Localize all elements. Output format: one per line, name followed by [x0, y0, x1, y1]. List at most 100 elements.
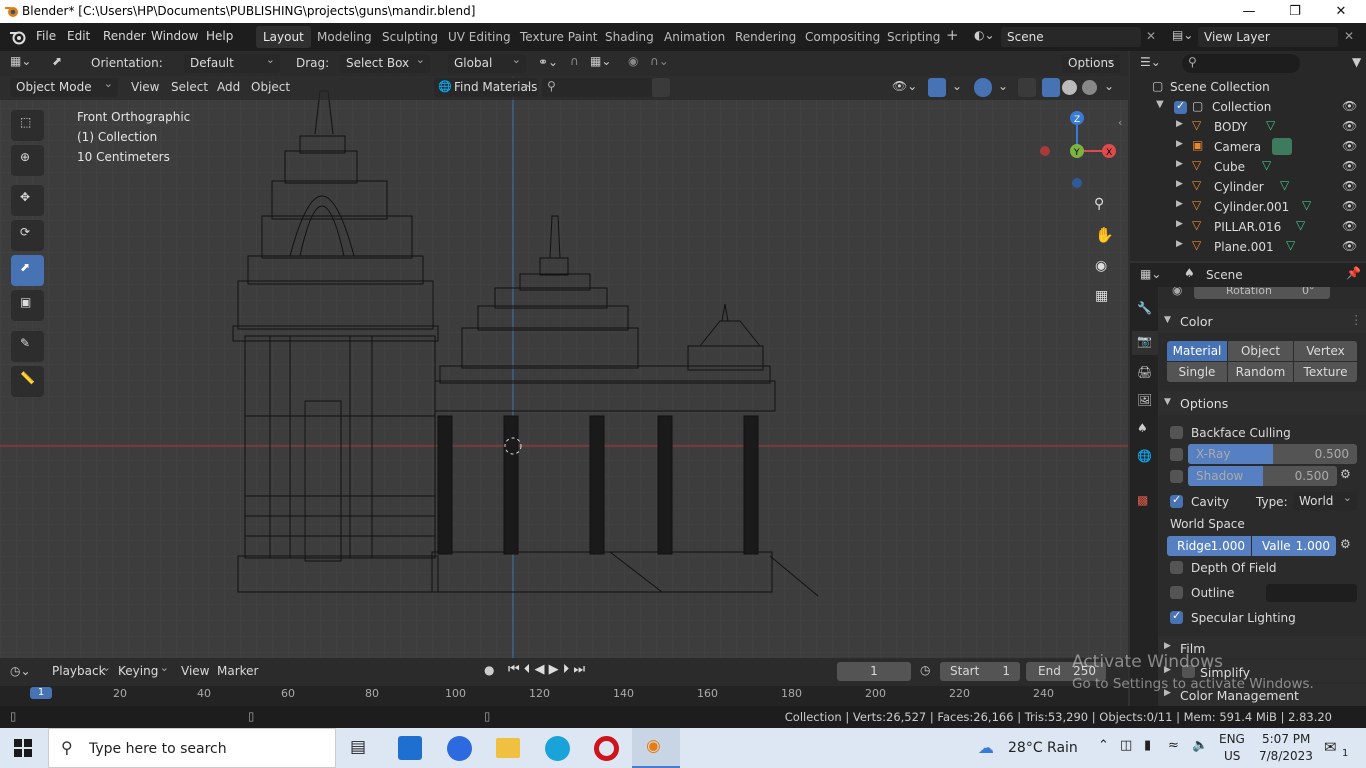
eye-icon[interactable]: 👁 [1342, 139, 1357, 153]
filter-icon[interactable]: ▼ [1352, 55, 1361, 69]
xray-toggle[interactable] [1018, 78, 1036, 97]
eye-icon[interactable]: 👁 [1342, 99, 1357, 113]
blender-taskbar-button[interactable]: ◉ [632, 728, 680, 768]
solid-shading-button[interactable] [1062, 80, 1077, 95]
dof-checkbox[interactable] [1170, 561, 1183, 574]
expand-arrow-icon[interactable]: ▶ [1176, 179, 1183, 189]
overlays-options-icon[interactable]: ⌄ [998, 79, 1008, 93]
ridge-field[interactable]: Ridge 1.000 [1167, 536, 1251, 556]
backface-culling-checkbox[interactable] [1170, 426, 1183, 439]
clock-date[interactable]: 7/8/2023 [1259, 749, 1313, 763]
cavity-type-dropdown[interactable]: World [1293, 488, 1357, 511]
tab-shading[interactable]: Shading [598, 26, 661, 48]
annotate-tool[interactable]: ✎ [11, 331, 44, 362]
menu-window[interactable]: Window [151, 29, 198, 43]
drag-handle-icon[interactable]: ⋮⋮ [1350, 312, 1366, 327]
tab-uv-editing[interactable]: UV Editing [441, 26, 518, 48]
properties-editor-icon[interactable]: ▦⌄ [1140, 267, 1161, 281]
outliner-editor-icon[interactable]: ☰⌄ [1140, 55, 1161, 69]
active-tool-icon[interactable]: ⬈ [52, 54, 62, 68]
collection-checkbox[interactable] [1174, 99, 1187, 114]
outliner-item-body[interactable]: ▶ ▽ BODY ▽ 👁 [1130, 117, 1366, 137]
cavity-checkbox[interactable] [1170, 493, 1183, 508]
outliner-item-plane-001[interactable]: ▶ ▽ Plane.001 ▽ 👁 [1130, 237, 1366, 257]
menu-edit[interactable]: Edit [67, 29, 90, 43]
timeline-editor-icon[interactable]: ◷⌄ [10, 664, 31, 678]
eye-icon[interactable]: 👁 [1342, 179, 1357, 193]
wireframe-shading-button[interactable] [1042, 78, 1060, 97]
xray-slider[interactable]: X-Ray 0.500 [1188, 444, 1357, 464]
world-tab-icon[interactable]: 🌐 [1137, 449, 1152, 463]
scene-tab-icon[interactable]: ♠ [1137, 421, 1148, 435]
eye-icon[interactable]: 👁 [1342, 219, 1357, 233]
tab-rendering[interactable]: Rendering [728, 26, 803, 48]
expand-arrow-icon[interactable]: ▶ [1176, 219, 1183, 229]
close-button[interactable]: ✕ [1318, 0, 1364, 23]
menu-view[interactable]: View [131, 80, 159, 94]
tab-texture-paint[interactable]: Texture Paint [513, 26, 604, 48]
keying-dropdown[interactable]: Keying [112, 658, 174, 681]
cursor-tool[interactable]: ⊕ [11, 145, 44, 176]
material-search-input[interactable]: ⚲ [542, 78, 652, 97]
shadow-slider[interactable]: Shadow 0.500 [1188, 466, 1337, 486]
task-view-icon[interactable]: ▤ [350, 737, 366, 757]
expand-arrow-icon[interactable]: ▶ [1176, 239, 1183, 249]
region-label[interactable]: US [1224, 749, 1240, 763]
color-vertex-button[interactable]: Vertex [1294, 341, 1357, 361]
cavity-settings-gear-icon[interactable]: ⚙ [1340, 537, 1351, 551]
clock-time[interactable]: 5:07 PM [1262, 732, 1310, 746]
overlays-toggle[interactable] [974, 78, 992, 97]
outliner-item-pillar-016[interactable]: ▶ ▽ PILLAR.016 ▽ 👁 [1130, 217, 1366, 237]
add-workspace-icon[interactable]: + [946, 26, 959, 44]
menu-file[interactable]: File [36, 29, 56, 43]
output-tab-icon[interactable]: 🖨 [1137, 365, 1152, 379]
view-layer-tab-icon[interactable]: 🖼 [1137, 393, 1152, 407]
outliner-item-cylinder-001[interactable]: ▶ ▽ Cylinder.001 ▽ 👁 [1130, 197, 1366, 217]
expand-arrow-icon[interactable]: ▶ [1176, 119, 1183, 129]
mode-dropdown[interactable]: Object Mode [10, 74, 118, 97]
outliner-scene-collection[interactable]: ▢ Scene Collection [1130, 77, 1366, 97]
gizmo-options-icon[interactable]: ⌄ [952, 79, 962, 93]
eye-icon[interactable]: 👁 [1342, 199, 1357, 213]
proportional-edit-icon[interactable]: ◉ [628, 54, 638, 68]
orientation-dropdown[interactable]: Default [184, 50, 280, 73]
menu-render[interactable]: Render [103, 29, 146, 43]
specular-checkbox[interactable] [1170, 609, 1183, 624]
tray-app-icon[interactable]: ◫ [1120, 738, 1132, 753]
frame-ruler[interactable]: 1 20 40 60 80 100 120 140 160 180 200 22… [0, 686, 1128, 706]
edge-browser-icon[interactable] [545, 736, 570, 761]
pin-icon[interactable]: 📌 [1346, 266, 1361, 280]
blender-menu-icon[interactable] [9, 29, 26, 45]
expand-arrow-icon[interactable]: ▶ [1176, 199, 1183, 209]
minimize-button[interactable]: — [1226, 0, 1272, 23]
timeline-view-menu[interactable]: View [181, 664, 209, 678]
options-panel-header[interactable]: ▼ Options [1158, 391, 1366, 415]
store-app-icon[interactable] [398, 736, 422, 760]
select-box-tool[interactable]: ⬚ [11, 110, 44, 141]
navigation-gizmo[interactable]: Z Y X [1038, 110, 1122, 194]
sidebar-toggle-icon[interactable]: ‹ [1118, 116, 1122, 129]
rotate-tool[interactable]: ⟳ [11, 220, 44, 251]
eye-icon[interactable]: 👁 [1342, 159, 1357, 173]
color-texture-button[interactable]: Texture [1294, 362, 1357, 382]
ortho-toggle-icon[interactable]: ▦ [1095, 288, 1108, 304]
gizmo-toggle[interactable] [928, 78, 946, 97]
snap-target-icon[interactable]: ▦⌄ [590, 54, 611, 68]
tab-modeling[interactable]: Modeling [310, 26, 379, 48]
menu-select[interactable]: Select [171, 80, 208, 94]
measure-tool[interactable]: 📏 [11, 366, 44, 397]
editor-type-icon[interactable]: ▦⌄ [10, 54, 31, 68]
outline-color-swatch[interactable] [1266, 584, 1357, 602]
pan-hand-icon[interactable]: ✋ [1095, 226, 1114, 244]
shadow-settings-gear-icon[interactable]: ⚙ [1340, 467, 1351, 481]
drag-dropdown[interactable]: Select Box [340, 50, 430, 73]
pivot-icon[interactable]: ⚭⌄ [538, 55, 558, 69]
language-label[interactable]: ENG [1219, 732, 1245, 746]
tab-scripting[interactable]: Scripting [880, 26, 947, 48]
notification-icon[interactable]: ✉ [1324, 738, 1337, 756]
menu-help[interactable]: Help [206, 29, 233, 43]
current-frame-field[interactable]: 1 [837, 662, 911, 681]
wifi-icon[interactable]: ≈ [1168, 738, 1179, 753]
remove-scene-icon[interactable]: ✕ [1146, 29, 1156, 43]
camera-view-icon[interactable]: ◉ [1095, 258, 1107, 274]
